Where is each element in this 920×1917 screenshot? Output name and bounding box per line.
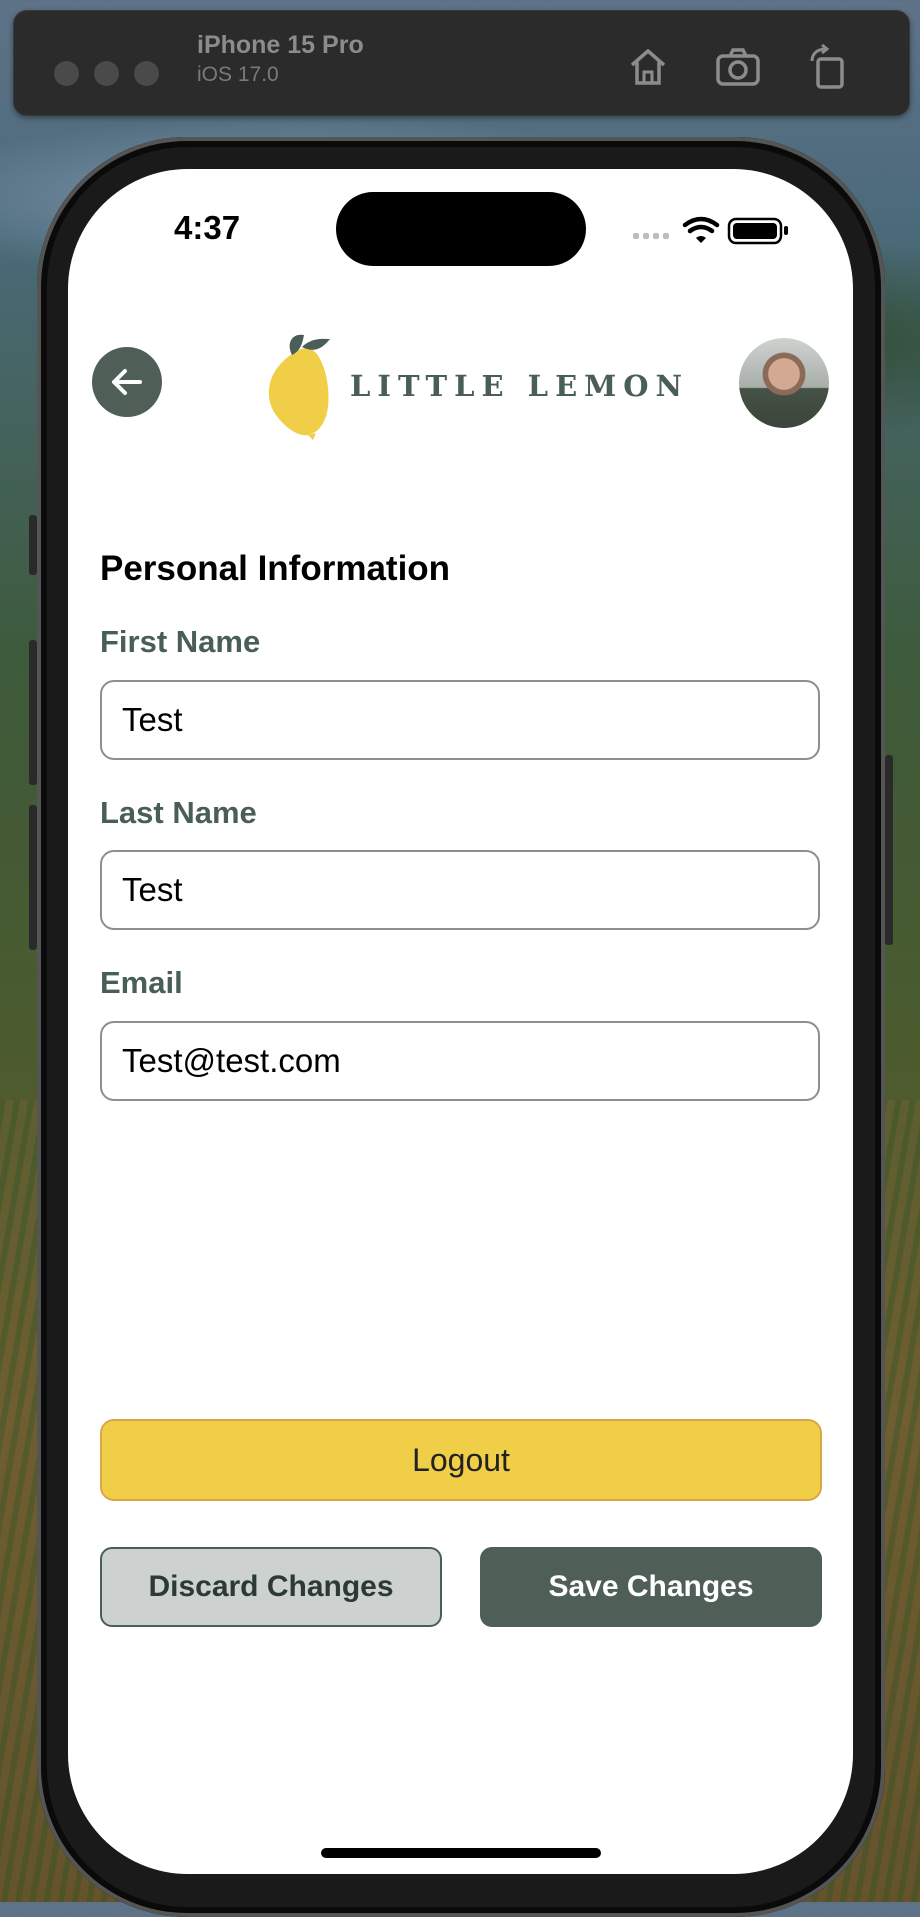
battery-icon [727,217,788,245]
email-field[interactable] [100,1021,820,1101]
home-indicator[interactable] [321,1848,601,1858]
section-title: Personal Information [100,549,451,588]
app-screen: 4:37 LITTLE LEMON Personal Information F… [68,169,853,1874]
last-name-label: Last Name [100,795,257,830]
back-arrow-icon [112,369,142,395]
brand-name: LITTLE LEMON [350,369,690,403]
logout-button[interactable]: Logout [100,1419,822,1501]
status-icons [633,213,793,254]
rotate-icon[interactable] [804,43,852,91]
volume-down-button [29,805,37,950]
status-time: 4:37 [174,209,241,246]
side-button [885,755,893,945]
wifi-icon [682,216,720,243]
email-label: Email [100,965,183,1000]
profile-avatar[interactable] [739,338,829,428]
first-name-label: First Name [100,624,261,659]
window-close-button[interactable] [54,61,79,86]
dynamic-island [336,192,586,266]
window-zoom-button[interactable] [134,61,159,86]
screenshot-icon[interactable] [714,43,762,91]
last-name-field[interactable] [100,850,820,930]
cellular-signal-icon [633,233,669,239]
save-changes-button[interactable]: Save Changes [480,1547,822,1627]
simulator-toolbar: iPhone 15 Pro iOS 17.0 [13,10,910,116]
first-name-field[interactable] [100,680,820,760]
simulator-os-version: iOS 17.0 [197,63,279,86]
window-minimize-button[interactable] [94,61,119,86]
volume-up-button [29,640,37,785]
action-button [29,515,37,575]
simulator-device-name: iPhone 15 Pro [197,31,364,59]
back-button[interactable] [92,347,162,417]
home-icon[interactable] [624,43,672,91]
discard-changes-button[interactable]: Discard Changes [100,1547,442,1627]
